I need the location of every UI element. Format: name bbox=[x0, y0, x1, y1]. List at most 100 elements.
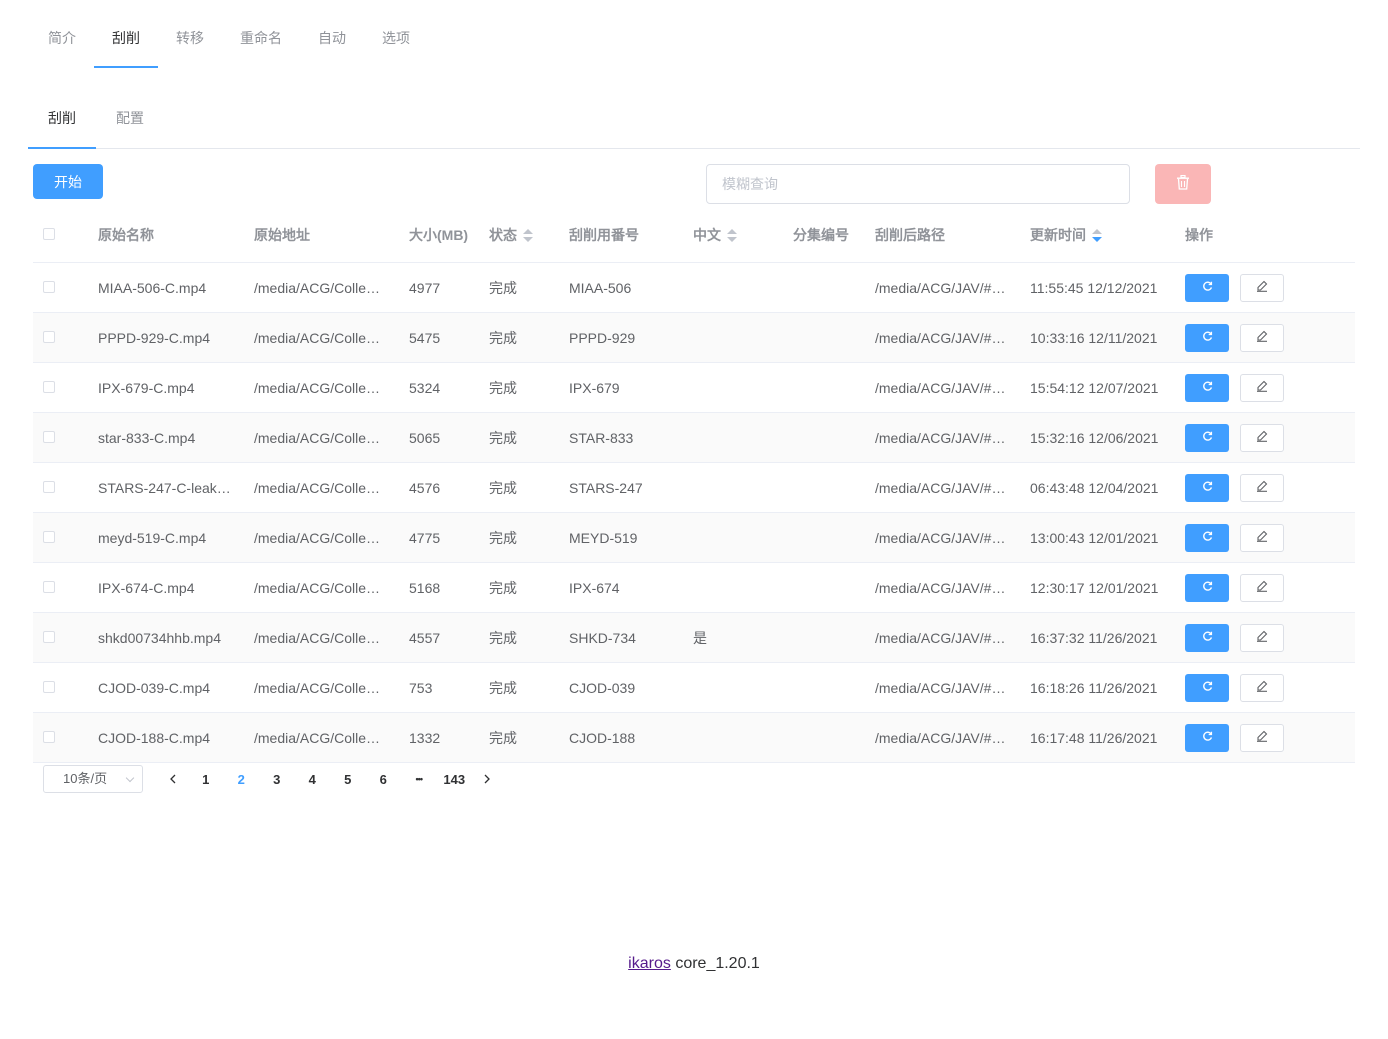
rescrape-button[interactable] bbox=[1185, 473, 1229, 502]
next-page-button[interactable] bbox=[472, 771, 502, 787]
rescrape-button[interactable] bbox=[1185, 673, 1229, 702]
page-ellipsis[interactable]: ••• bbox=[401, 774, 437, 784]
tab-3[interactable]: 重命名 bbox=[222, 18, 300, 68]
page-1[interactable]: 1 bbox=[188, 772, 224, 787]
start-button[interactable]: 开始 bbox=[33, 164, 103, 199]
edit-button[interactable] bbox=[1240, 423, 1284, 452]
cell-time: 16:37:32 11/26/2021 bbox=[1030, 629, 1158, 646]
row-checkbox[interactable] bbox=[43, 680, 55, 693]
version-text: core_1.20.1 bbox=[675, 955, 760, 972]
page-5[interactable]: 5 bbox=[330, 772, 366, 787]
rescrape-button[interactable] bbox=[1185, 273, 1229, 302]
edit-button[interactable] bbox=[1240, 523, 1284, 552]
delete-button[interactable] bbox=[1155, 164, 1211, 204]
cell-size: 4576 bbox=[409, 479, 441, 496]
tab-5[interactable]: 选项 bbox=[364, 18, 428, 68]
sort-icon[interactable] bbox=[523, 229, 533, 243]
page-last[interactable]: 143 bbox=[437, 772, 473, 787]
cell-name: shkd00734hhb.mp4 bbox=[98, 629, 221, 646]
cell-dest: /media/ACG/JAV/#… bbox=[875, 329, 1006, 346]
edit-button[interactable] bbox=[1240, 623, 1284, 652]
search-input[interactable] bbox=[706, 164, 1130, 204]
row-checkbox[interactable] bbox=[43, 480, 55, 493]
row-checkbox[interactable] bbox=[43, 730, 55, 743]
rescrape-button[interactable] bbox=[1185, 323, 1229, 352]
edit-icon bbox=[1256, 530, 1268, 545]
tab-4[interactable]: 自动 bbox=[300, 18, 364, 68]
table-row: CJOD-039-C.mp4/media/ACG/Colle… 753 完成 CJOD… bbox=[33, 663, 1355, 713]
sort-icon[interactable] bbox=[727, 229, 737, 243]
edit-icon bbox=[1256, 630, 1268, 645]
row-checkbox[interactable] bbox=[43, 280, 55, 293]
header-chinese[interactable]: 中文 bbox=[683, 225, 783, 245]
rescrape-button[interactable] bbox=[1185, 623, 1229, 652]
cell-name: star-833-C.mp4 bbox=[98, 429, 196, 446]
tab-2[interactable]: 转移 bbox=[158, 18, 222, 68]
rescrape-button[interactable] bbox=[1185, 523, 1229, 552]
edit-button[interactable] bbox=[1240, 473, 1284, 502]
edit-icon bbox=[1256, 380, 1268, 395]
rescrape-button[interactable] bbox=[1185, 373, 1229, 402]
edit-button[interactable] bbox=[1240, 573, 1284, 602]
trash-icon bbox=[1176, 174, 1190, 193]
refresh-icon bbox=[1202, 380, 1213, 395]
row-checkbox[interactable] bbox=[43, 430, 55, 443]
prev-page-button[interactable] bbox=[158, 771, 188, 787]
pagination: 10条/页 123456 ••• 143 bbox=[43, 765, 502, 793]
page-6[interactable]: 6 bbox=[366, 772, 402, 787]
subtab-0[interactable]: 刮削 bbox=[28, 98, 96, 149]
rescrape-button[interactable] bbox=[1185, 573, 1229, 602]
header-scrape-number: 刮削用番号 bbox=[569, 227, 639, 243]
cell-dest: /media/ACG/JAV/#… bbox=[875, 729, 1006, 746]
edit-icon bbox=[1256, 480, 1268, 495]
edit-button[interactable] bbox=[1240, 373, 1284, 402]
rescrape-button[interactable] bbox=[1185, 723, 1229, 752]
cell-time: 13:00:43 12/01/2021 bbox=[1030, 529, 1159, 546]
scrape-table: 原始名称 原始地址 大小(MB) 状态 刮削用番号 中文 分集编号 刮削后路径 … bbox=[33, 208, 1355, 763]
cell-src: /media/ACG/Colle… bbox=[254, 629, 381, 646]
cell-status: 完成 bbox=[489, 679, 517, 696]
header-dest-path: 刮削后路径 bbox=[875, 227, 945, 243]
header-episode: 分集编号 bbox=[793, 227, 849, 243]
header-update-time[interactable]: 更新时间 bbox=[1020, 225, 1175, 245]
row-checkbox[interactable] bbox=[43, 630, 55, 643]
row-checkbox[interactable] bbox=[43, 530, 55, 543]
cell-status: 完成 bbox=[489, 379, 517, 396]
cell-src: /media/ACG/Colle… bbox=[254, 679, 381, 696]
sub-tabs: 刮削 配置 bbox=[28, 98, 1360, 149]
header-status[interactable]: 状态 bbox=[479, 225, 559, 245]
edit-button[interactable] bbox=[1240, 273, 1284, 302]
sort-icon[interactable] bbox=[1092, 229, 1102, 243]
cell-size: 5168 bbox=[409, 579, 441, 596]
cell-number: CJOD-039 bbox=[569, 679, 636, 696]
edit-button[interactable] bbox=[1240, 723, 1284, 752]
cell-name: STARS-247-C-leak… bbox=[98, 479, 231, 496]
table-row: STARS-247-C-leak… /media/ACG/Colle… 4576 完成… bbox=[33, 463, 1355, 513]
row-checkbox[interactable] bbox=[43, 330, 55, 343]
cell-size: 5324 bbox=[409, 379, 441, 396]
page-2[interactable]: 2 bbox=[224, 772, 260, 787]
ikaros-link[interactable]: ikaros bbox=[628, 955, 671, 972]
cell-name: IPX-674-C.mp4 bbox=[98, 579, 195, 596]
edit-icon bbox=[1256, 580, 1268, 595]
page-4[interactable]: 4 bbox=[295, 772, 331, 787]
row-checkbox[interactable] bbox=[43, 580, 55, 593]
cell-src: /media/ACG/Colle… bbox=[254, 329, 381, 346]
page-3[interactable]: 3 bbox=[259, 772, 295, 787]
cell-src: /media/ACG/Colle… bbox=[254, 379, 381, 396]
subtab-1[interactable]: 配置 bbox=[96, 98, 164, 148]
cell-time: 16:17:48 11/26/2021 bbox=[1030, 729, 1158, 746]
page-size-select[interactable]: 10条/页 bbox=[43, 765, 143, 793]
cell-dest: /media/ACG/JAV/#… bbox=[875, 479, 1006, 496]
cell-time: 11:55:45 12/12/2021 bbox=[1030, 279, 1158, 296]
tab-1[interactable]: 刮削 bbox=[94, 18, 158, 68]
rescrape-button[interactable] bbox=[1185, 423, 1229, 452]
edit-button[interactable] bbox=[1240, 673, 1284, 702]
table-row: IPX-674-C.mp4/media/ACG/Colle… 5168 完成 IPX-… bbox=[33, 563, 1355, 613]
edit-button[interactable] bbox=[1240, 323, 1284, 352]
row-checkbox[interactable] bbox=[43, 380, 55, 393]
cell-number: MIAA-506 bbox=[569, 279, 632, 296]
header-actions: 操作 bbox=[1185, 227, 1213, 243]
tab-0[interactable]: 简介 bbox=[30, 18, 94, 68]
select-all-checkbox[interactable] bbox=[43, 228, 55, 240]
